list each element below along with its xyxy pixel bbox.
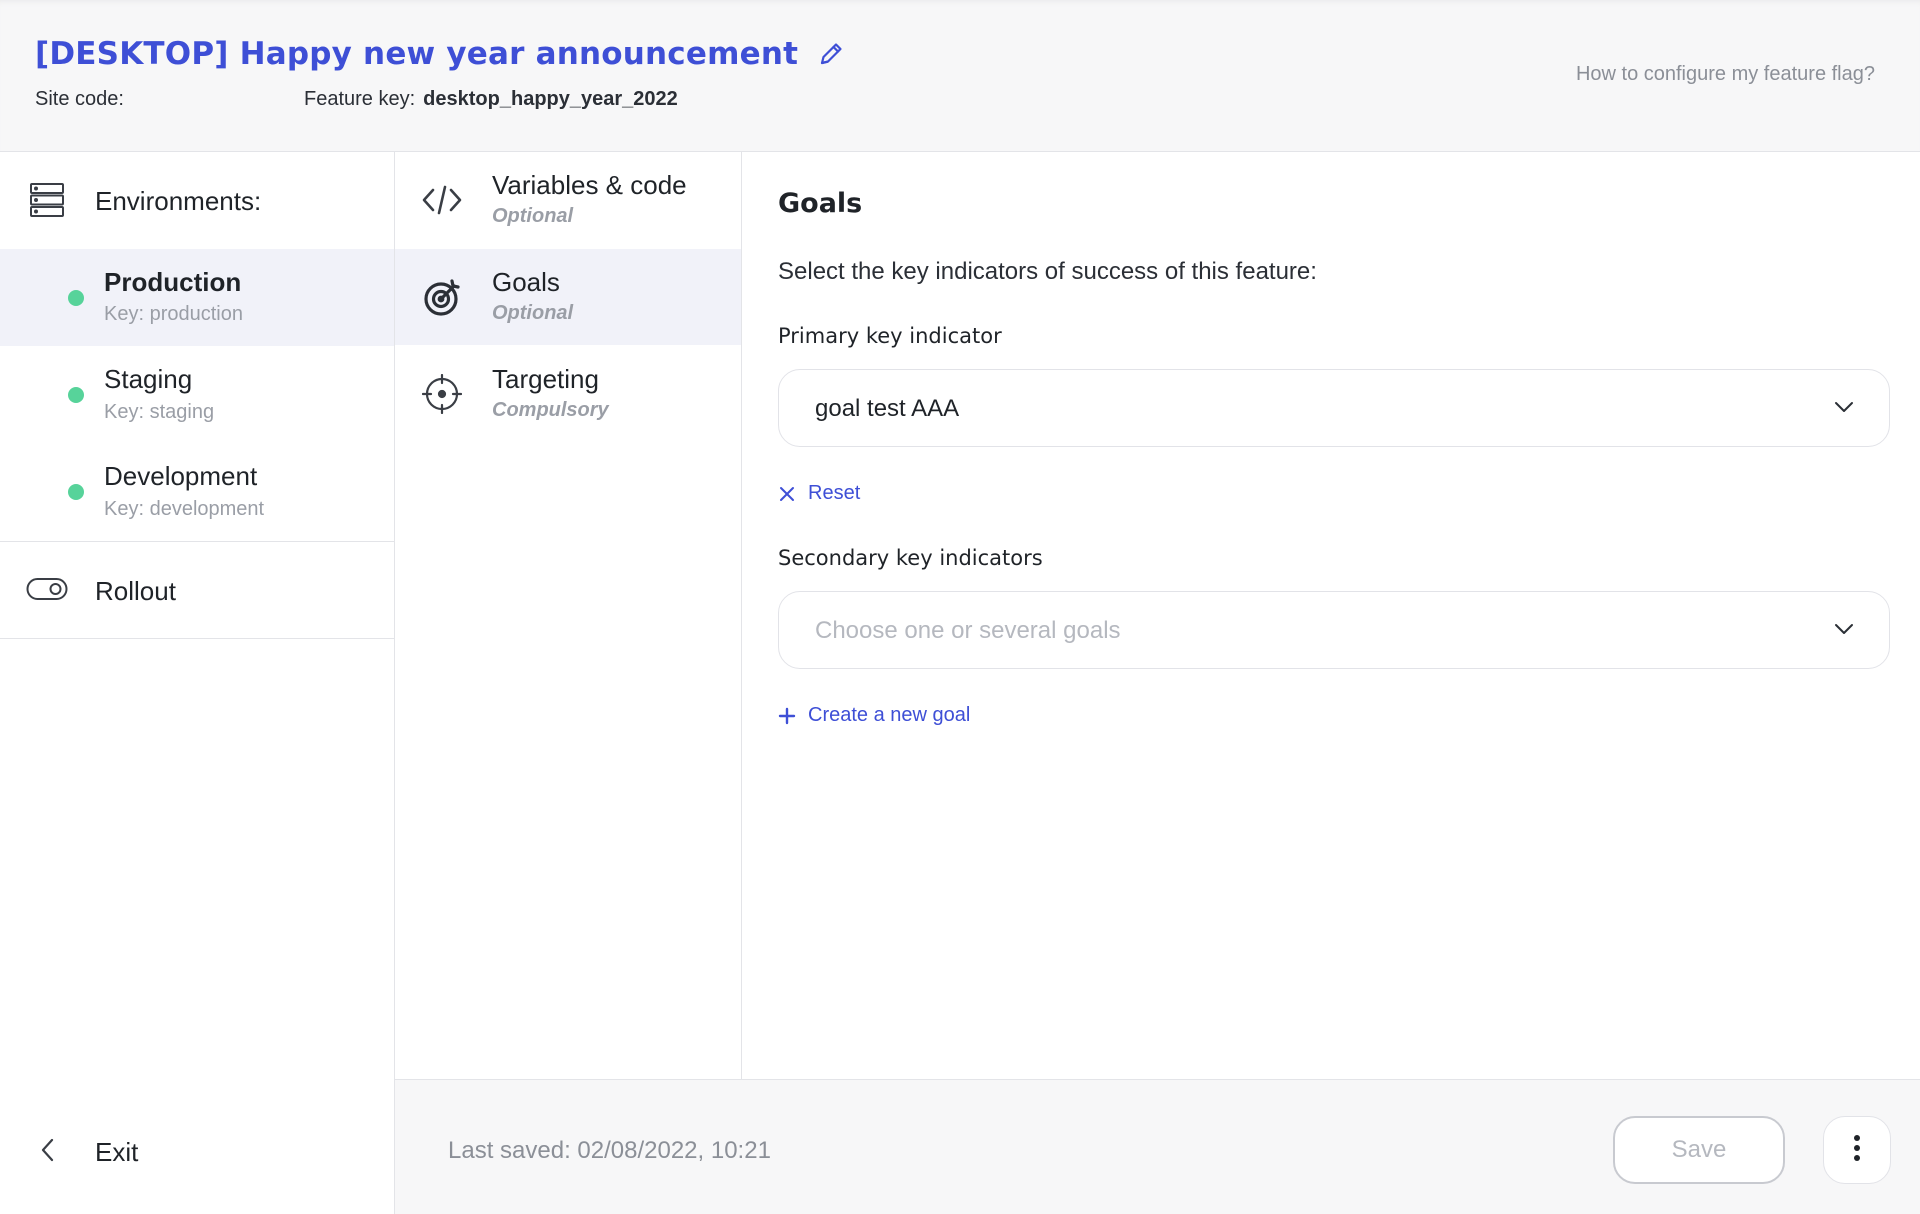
reset-link[interactable]: Reset — [778, 482, 860, 505]
environment-item-staging[interactable]: Staging Key: staging — [0, 346, 394, 443]
environments-sidebar: Environments: Production Key: production… — [0, 152, 395, 1214]
pencil-icon[interactable] — [816, 39, 846, 69]
chevron-left-icon — [38, 1135, 58, 1170]
environment-item-development[interactable]: Development Key: development — [0, 443, 394, 540]
status-dot — [68, 290, 84, 306]
title-row: [DESKTOP] Happy new year announcement — [35, 36, 846, 72]
page-title: [DESKTOP] Happy new year announcement — [35, 36, 799, 72]
chevron-down-icon — [1833, 621, 1855, 642]
reset-label: Reset — [808, 482, 861, 504]
meta-row: Site code: Feature key: desktop_happy_ye… — [35, 88, 678, 111]
environment-key: Key: staging — [104, 401, 215, 423]
help-link[interactable]: How to configure my feature flag? — [1576, 63, 1875, 86]
page-header: [DESKTOP] Happy new year announcement Si… — [0, 0, 1920, 152]
environment-key: Key: development — [104, 498, 265, 520]
secondary-indicators-label: Secondary key indicators — [778, 546, 1043, 570]
close-icon — [778, 485, 796, 503]
status-dot — [68, 387, 84, 403]
section-title: Goals — [778, 188, 863, 219]
step-targeting[interactable]: Targeting Compulsory — [395, 346, 741, 442]
kebab-menu-icon — [1853, 1134, 1861, 1167]
site-code-label: Site code: — [35, 88, 124, 110]
primary-indicator-label: Primary key indicator — [778, 324, 1002, 348]
section-description: Select the key indicators of success of … — [778, 258, 1317, 285]
environments-label: Environments: — [95, 186, 262, 216]
exit-button[interactable]: Exit — [0, 1118, 394, 1186]
create-goal-link[interactable]: Create a new goal — [778, 704, 970, 727]
target-icon — [422, 277, 462, 322]
create-goal-label: Create a new goal — [808, 704, 971, 726]
environment-name: Staging — [104, 364, 193, 394]
rollout-item[interactable]: Rollout — [0, 543, 394, 639]
toggle-icon — [26, 577, 68, 606]
step-variables-code[interactable]: Variables & code Optional — [395, 152, 741, 248]
step-goals[interactable]: Goals Optional — [395, 249, 741, 345]
divider — [0, 638, 394, 639]
chevron-down-icon — [1833, 399, 1855, 420]
status-dot — [68, 484, 84, 500]
step-name: Variables & code — [492, 170, 687, 200]
last-saved-text: Last saved: 02/08/2022, 10:21 — [448, 1137, 771, 1164]
footer-bar: Last saved: 02/08/2022, 10:21 Save — [395, 1079, 1920, 1214]
steps-column: Variables & code Optional Goals Optional — [395, 152, 742, 1079]
secondary-indicators-placeholder: Choose one or several goals — [815, 617, 1121, 644]
rollout-label: Rollout — [95, 576, 176, 606]
server-stack-icon — [29, 182, 65, 223]
step-status: Optional — [492, 205, 574, 227]
environment-item-production[interactable]: Production Key: production — [0, 249, 394, 346]
primary-indicator-value: goal test AAA — [815, 395, 960, 422]
secondary-indicators-select[interactable]: Choose one or several goals — [778, 591, 1890, 669]
goals-panel: Goals Select the key indicators of succe… — [742, 152, 1920, 1079]
plus-icon — [778, 707, 796, 725]
environment-name: Development — [104, 461, 258, 491]
save-button[interactable]: Save — [1613, 1116, 1785, 1184]
primary-indicator-select[interactable]: goal test AAA — [778, 369, 1890, 447]
feature-key-label: Feature key: — [304, 88, 416, 110]
divider — [0, 541, 394, 542]
step-status: Compulsory — [492, 399, 609, 421]
more-options-button[interactable] — [1823, 1116, 1891, 1184]
exit-label: Exit — [95, 1137, 139, 1167]
environment-key: Key: production — [104, 303, 243, 325]
environments-header: Environments: — [0, 152, 394, 248]
step-status: Optional — [492, 302, 574, 324]
step-name: Goals — [492, 267, 560, 297]
crosshair-icon — [421, 373, 463, 419]
feature-key-value: desktop_happy_year_2022 — [423, 88, 678, 110]
environment-name: Production — [104, 267, 242, 297]
step-name: Targeting — [492, 364, 599, 394]
code-icon — [422, 180, 462, 225]
